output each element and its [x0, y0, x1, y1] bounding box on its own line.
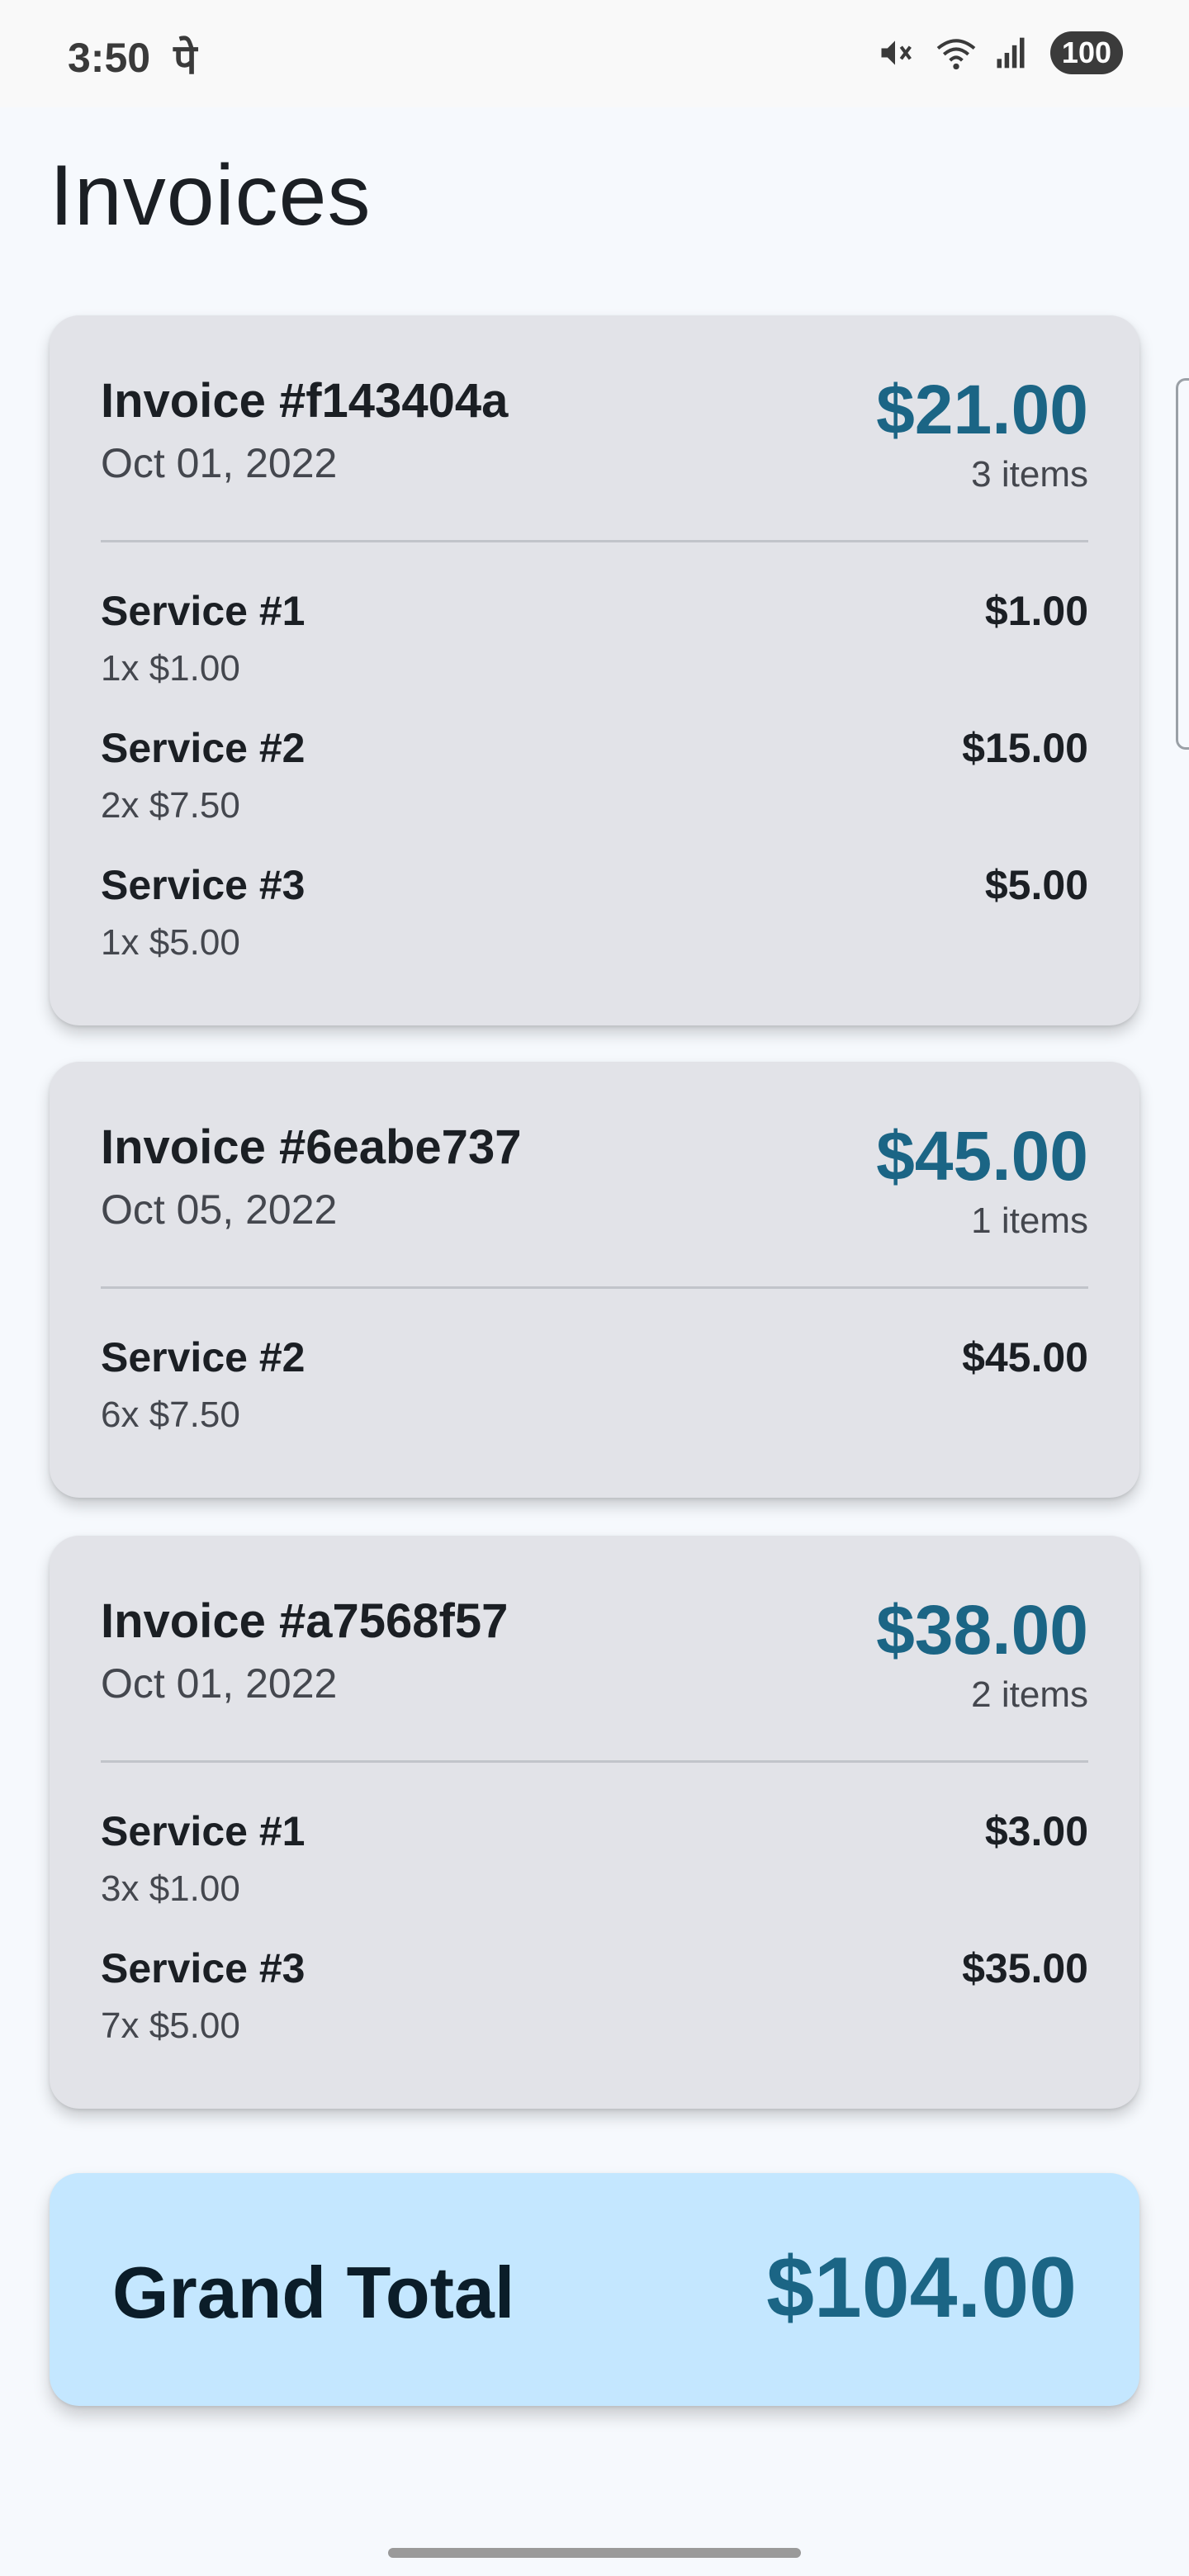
item-amount: $3.00 [984, 1808, 1088, 1854]
invoice-total: $21.00 [876, 371, 1088, 448]
invoice-card[interactable]: Invoice #f143404a Oct 01, 2022 $21.00 3 … [50, 315, 1139, 1025]
invoice-item-count: 1 items [971, 1200, 1088, 1241]
invoice-items: Service #1 1x $1.00 $1.00 Service #2 2x … [101, 542, 1088, 998]
list-item: Service #1 3x $1.00 $3.00 [101, 1807, 1088, 1944]
item-name: Service #1 [101, 1808, 306, 1854]
item-quantity: 2x $7.50 [101, 785, 240, 826]
invoice-date: Oct 01, 2022 [101, 440, 338, 486]
item-name: Service #2 [101, 725, 306, 771]
grand-total-value: $104.00 [766, 2240, 1077, 2336]
list-item: Service #3 7x $5.00 $35.00 [101, 1944, 1088, 2081]
status-bar: 3:50 पे 100 [0, 0, 1189, 107]
signal-icon [992, 35, 1029, 71]
invoice-header: Invoice #f143404a Oct 01, 2022 $21.00 3 … [101, 315, 1088, 540]
invoice-header: Invoice #6eabe737 Oct 05, 2022 $45.00 1 … [101, 1062, 1088, 1286]
wifi-icon [935, 35, 976, 71]
item-name: Service #3 [101, 862, 306, 908]
item-quantity: 1x $1.00 [101, 648, 240, 689]
list-item: Service #3 1x $5.00 $5.00 [101, 861, 1088, 998]
invoice-number: Invoice #f143404a [101, 374, 509, 428]
edge-handle[interactable] [1176, 378, 1189, 750]
page-title: Invoices [50, 148, 372, 244]
status-time: 3:50 [68, 35, 151, 81]
invoice-total: $38.00 [876, 1591, 1088, 1669]
item-name: Service #1 [101, 588, 306, 634]
item-quantity: 3x $1.00 [101, 1868, 240, 1909]
item-name: Service #2 [101, 1334, 306, 1380]
status-left: 3:50 पे [68, 30, 197, 86]
item-amount: $15.00 [962, 725, 1088, 771]
invoice-items: Service #1 3x $1.00 $3.00 Service #3 7x … [101, 1763, 1088, 2081]
invoice-header: Invoice #a7568f57 Oct 01, 2022 $38.00 2 … [101, 1536, 1088, 1760]
grand-total-label: Grand Total [112, 2252, 515, 2333]
invoice-total: $45.00 [876, 1117, 1088, 1195]
invoice-items: Service #2 6x $7.50 $45.00 [101, 1289, 1088, 1470]
invoice-date: Oct 01, 2022 [101, 1660, 338, 1707]
invoice-date: Oct 05, 2022 [101, 1186, 338, 1233]
home-indicator[interactable] [388, 2548, 801, 2558]
invoice-card[interactable]: Invoice #a7568f57 Oct 01, 2022 $38.00 2 … [50, 1536, 1139, 2109]
item-amount: $1.00 [984, 588, 1088, 634]
notification-glyph: पे [173, 36, 197, 83]
item-quantity: 6x $7.50 [101, 1395, 240, 1435]
item-quantity: 7x $5.00 [101, 2005, 240, 2046]
list-item: Service #1 1x $1.00 $1.00 [101, 587, 1088, 724]
grand-total-card: Grand Total $104.00 [50, 2173, 1139, 2406]
item-name: Service #3 [101, 1945, 306, 1991]
invoice-item-count: 3 items [971, 454, 1088, 495]
invoice-item-count: 2 items [971, 1674, 1088, 1715]
battery-indicator: 100 [1049, 31, 1123, 74]
status-right: 100 [877, 31, 1123, 74]
item-amount: $35.00 [962, 1945, 1088, 1991]
item-amount: $5.00 [984, 862, 1088, 908]
invoice-card[interactable]: Invoice #6eabe737 Oct 05, 2022 $45.00 1 … [50, 1062, 1139, 1498]
mute-icon [877, 35, 913, 71]
item-amount: $45.00 [962, 1334, 1088, 1380]
item-quantity: 1x $5.00 [101, 922, 240, 963]
invoice-number: Invoice #6eabe737 [101, 1120, 522, 1174]
list-item: Service #2 2x $7.50 $15.00 [101, 724, 1088, 861]
invoice-number: Invoice #a7568f57 [101, 1594, 509, 1648]
list-item: Service #2 6x $7.50 $45.00 [101, 1333, 1088, 1470]
